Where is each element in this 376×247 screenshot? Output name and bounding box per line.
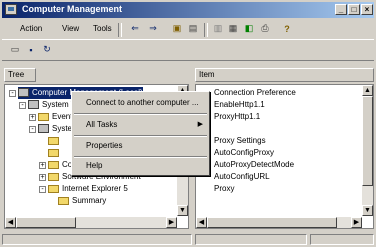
menu-item-label: All Tasks: [86, 120, 118, 129]
menu-view[interactable]: View: [62, 24, 79, 33]
tree-node-label: Summary: [72, 196, 107, 205]
title-bar[interactable]: Computer Management _ □ ×: [2, 2, 374, 18]
menu-separator: [74, 113, 207, 115]
list-item[interactable]: Proxy Settings: [214, 136, 266, 145]
expand-icon[interactable]: +: [29, 114, 36, 121]
menu-item-connect-to-another-computer[interactable]: Connect to another computer ...: [72, 94, 209, 112]
scroll-down-button[interactable]: ▼: [177, 205, 188, 216]
save-icon[interactable]: ▪: [24, 43, 38, 56]
scroll-left-button[interactable]: ◀: [5, 217, 16, 228]
toolbar-separator: [118, 23, 122, 37]
scroll-down-button[interactable]: ▼: [362, 205, 373, 216]
folder-icon: [38, 112, 49, 121]
menu-item-label: Connect to another computer ...: [86, 98, 199, 107]
scroll-thumb[interactable]: [207, 217, 337, 228]
scroll-thumb[interactable]: [16, 217, 76, 228]
folder-icon: [58, 196, 69, 205]
help-icon[interactable]: ?: [280, 22, 294, 35]
list-pane[interactable]: Connection Preference EnableHttp1.1 ProxyH…: [195, 84, 374, 229]
computer-icon: [28, 100, 39, 110]
collapse-icon[interactable]: -: [9, 90, 16, 97]
minimize-button[interactable]: _: [335, 4, 347, 15]
scroll-left-button[interactable]: ◀: [196, 217, 207, 228]
tree-node[interactable]: Summary: [58, 195, 106, 207]
item-column-header[interactable]: Item: [195, 68, 374, 82]
submenu-arrow-icon: ▶: [197, 121, 203, 128]
collapse-icon[interactable]: -: [19, 102, 26, 109]
list-item[interactable]: Connection Preference: [214, 88, 296, 97]
folder-icon: [48, 172, 59, 181]
scroll-right-button[interactable]: ▶: [166, 217, 177, 228]
computer-management-window: Computer Management _ □ × Action View To…: [0, 0, 376, 247]
menu-tools[interactable]: Tools: [93, 24, 112, 33]
navigation-toolbar: ⇐ ⇒ ▣ ▤ ▥ ▦ ◧ ⎙ ?: [118, 21, 318, 38]
toolbar-separator: [204, 23, 208, 37]
up-folder-icon[interactable]: ▣: [170, 22, 184, 35]
folder-icon: [48, 136, 59, 145]
list-item[interactable]: Proxy: [214, 184, 234, 193]
tree-node[interactable]: [48, 147, 62, 159]
console-toolbar: ▭ ▪ ↻: [2, 39, 374, 61]
computer-icon: [18, 88, 29, 98]
app-icon: [5, 4, 17, 15]
expand-icon[interactable]: +: [39, 174, 46, 181]
refresh-icon[interactable]: ◧: [242, 22, 256, 35]
delete-icon[interactable]: ▥: [211, 22, 225, 35]
forward-arrow-icon[interactable]: ⇒: [146, 22, 160, 35]
list-vertical-scrollbar[interactable]: ▲ ▼: [362, 85, 373, 216]
status-cell: [310, 234, 374, 245]
scroll-up-button[interactable]: ▲: [362, 85, 373, 96]
collapse-icon[interactable]: -: [29, 126, 36, 133]
computer-icon: [38, 124, 49, 134]
tree-tab[interactable]: Tree: [4, 68, 36, 82]
expand-icon[interactable]: +: [39, 162, 46, 169]
window-title: Computer Management: [22, 4, 123, 14]
folder-icon: [48, 160, 59, 169]
list-horizontal-scrollbar[interactable]: ◀ ▶: [196, 217, 362, 228]
menu-action[interactable]: Action: [20, 24, 42, 33]
list-item[interactable]: EnableHttp1.1: [214, 100, 265, 109]
new-window-icon[interactable]: ↻: [40, 43, 54, 56]
menu-item-properties[interactable]: Properties: [72, 137, 209, 155]
status-bar: [2, 233, 374, 246]
menu-item-label: Help: [86, 161, 103, 170]
menu-item-label: Properties: [86, 141, 123, 150]
tree-node[interactable]: [48, 135, 62, 147]
folder-icon: [48, 148, 59, 157]
back-arrow-icon[interactable]: ⇐: [128, 22, 142, 35]
list-item[interactable]: ProxyHttp1.1: [214, 112, 260, 121]
tree-horizontal-scrollbar[interactable]: ◀ ▶: [5, 217, 177, 228]
status-cell: [2, 234, 192, 245]
maximize-button[interactable]: □: [348, 4, 360, 15]
console-icon[interactable]: ▭: [8, 43, 22, 56]
show-tree-icon[interactable]: ▤: [186, 22, 200, 35]
context-menu: Connect to another computer ... All Task…: [71, 91, 210, 176]
list-item[interactable]: AutoProxyDetectMode: [214, 160, 294, 169]
list-item[interactable]: AutoConfigProxy: [214, 148, 274, 157]
collapse-icon[interactable]: -: [39, 186, 46, 193]
list-item[interactable]: AutoConfigURL: [214, 172, 270, 181]
scroll-thumb[interactable]: [362, 96, 373, 186]
close-button[interactable]: ×: [361, 4, 373, 15]
status-cell: [195, 234, 307, 245]
menu-item-help[interactable]: Help: [72, 157, 209, 175]
scroll-right-button[interactable]: ▶: [351, 217, 362, 228]
properties-icon[interactable]: ▦: [226, 22, 240, 35]
menu-item-all-tasks[interactable]: All Tasks ▶: [72, 116, 209, 134]
export-icon[interactable]: ⎙: [258, 22, 272, 35]
tree-node[interactable]: Internet Explorer 5: [48, 183, 128, 195]
tree-node-label: Internet Explorer 5: [62, 184, 128, 193]
folder-icon: [48, 184, 59, 193]
